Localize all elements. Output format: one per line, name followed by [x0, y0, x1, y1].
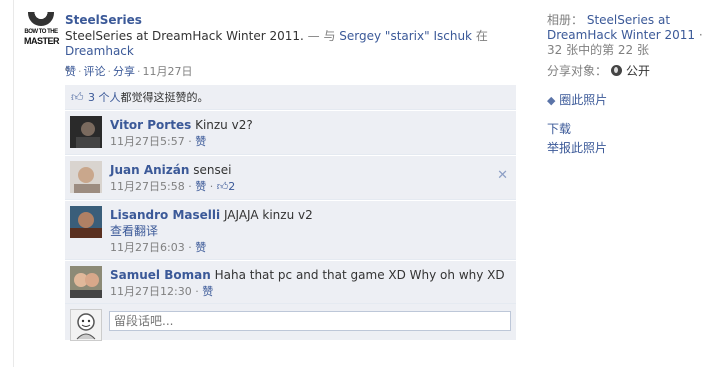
- like-link[interactable]: 赞: [65, 65, 76, 78]
- avatar[interactable]: [70, 161, 102, 193]
- avatar[interactable]: [70, 206, 102, 238]
- commenter-name[interactable]: Vitor Portes: [110, 118, 191, 132]
- share-label: 分享对象：: [547, 64, 608, 78]
- comment-item: Vitor Portes Kinzu v2? 11月27日5:57 · 赞: [65, 110, 516, 155]
- comment-text: sensei: [193, 163, 232, 177]
- feedback-panel: 👍︎ 3 个人都觉得这挺赞的。 Vitor Portes Kinzu v2? 11…: [65, 85, 516, 341]
- tagged-user-link[interactable]: Sergey "starix" Ischuk: [339, 29, 472, 43]
- comment-like-link[interactable]: 赞: [202, 285, 213, 298]
- comment-item: Lisandro Maselli JAJAJA kinzu v2 查看翻译 11…: [65, 200, 516, 260]
- comment-like-link[interactable]: 赞: [195, 135, 206, 148]
- privacy-setting[interactable]: 公开: [626, 64, 650, 78]
- current-user-avatar: [70, 309, 102, 341]
- likes-summary: 👍︎ 3 个人都觉得这挺赞的。: [65, 85, 516, 110]
- steelseries-logo-icon: [28, 12, 54, 26]
- page-name-link[interactable]: SteelSeries: [65, 13, 142, 27]
- page-logo[interactable]: BOW TO THE MASTER: [24, 12, 60, 50]
- share-link[interactable]: 分享: [113, 65, 135, 78]
- place-link[interactable]: Dreamhack: [65, 44, 134, 58]
- comment-composer: [65, 304, 516, 341]
- likes-count-link[interactable]: 3 个人: [88, 91, 121, 104]
- photo-sidebar: 相册： SteelSeries at DreamHack Winter 2011…: [547, 13, 717, 162]
- comment-text: Kinzu v2?: [195, 118, 253, 132]
- caption-text: SteelSeries at DreamHack Winter 2011.: [65, 29, 304, 43]
- comment-item: Samuel Boman Haha that pc and that game …: [65, 260, 516, 304]
- comment-time[interactable]: 11月27日5:57: [110, 135, 185, 148]
- comment-like-count[interactable]: 👍︎2: [217, 180, 236, 193]
- album-label: 相册：: [547, 13, 584, 27]
- with-prefix: — 与: [303, 29, 340, 43]
- download-link[interactable]: 下载: [547, 122, 571, 136]
- comment-time[interactable]: 11月27日5:58: [110, 180, 185, 193]
- commenter-name[interactable]: Lisandro Maselli: [110, 208, 220, 222]
- comment-item: Juan Anizán sensei 11月27日5:58 · 赞 · 👍︎2 …: [65, 155, 516, 200]
- tag-icon: ◆: [547, 94, 556, 107]
- logo-text-line2: MASTER: [24, 36, 60, 46]
- at-word: 在: [472, 29, 488, 43]
- avatar[interactable]: [70, 116, 102, 148]
- see-translation-link[interactable]: 查看翻译: [110, 224, 158, 238]
- tag-photo-link[interactable]: 圈此照片: [559, 93, 607, 107]
- comment-text: JAJAJA kinzu v2: [223, 208, 313, 222]
- post-date[interactable]: 11月27日: [143, 65, 193, 78]
- comment-text: Haha that pc and that game XD Why oh why…: [214, 268, 505, 282]
- left-divider: [13, 0, 14, 367]
- like-count-value: 2: [228, 180, 236, 193]
- comment-time[interactable]: 11月27日6:03: [110, 241, 185, 254]
- thumbs-up-icon: 👍︎: [71, 90, 84, 104]
- comment-like-link[interactable]: 赞: [195, 241, 206, 254]
- close-icon[interactable]: ✕: [497, 168, 508, 183]
- thumbs-up-icon: 👍︎: [216, 180, 229, 193]
- comment-like-link[interactable]: 赞: [195, 180, 206, 193]
- comment-link[interactable]: 评论: [84, 65, 106, 78]
- comment-input[interactable]: [109, 311, 511, 331]
- report-photo-link[interactable]: 举报此照片: [547, 141, 607, 155]
- avatar[interactable]: [70, 266, 102, 298]
- globe-icon: [611, 65, 623, 76]
- post-actions: 赞 · 评论 · 分享 · 11月27日: [65, 65, 193, 78]
- commenter-name[interactable]: Samuel Boman: [110, 268, 211, 282]
- comment-time[interactable]: 11月27日12:30: [110, 285, 192, 298]
- commenter-name[interactable]: Juan Anizán: [110, 163, 189, 177]
- likes-suffix: 都觉得这挺赞的。: [120, 91, 209, 104]
